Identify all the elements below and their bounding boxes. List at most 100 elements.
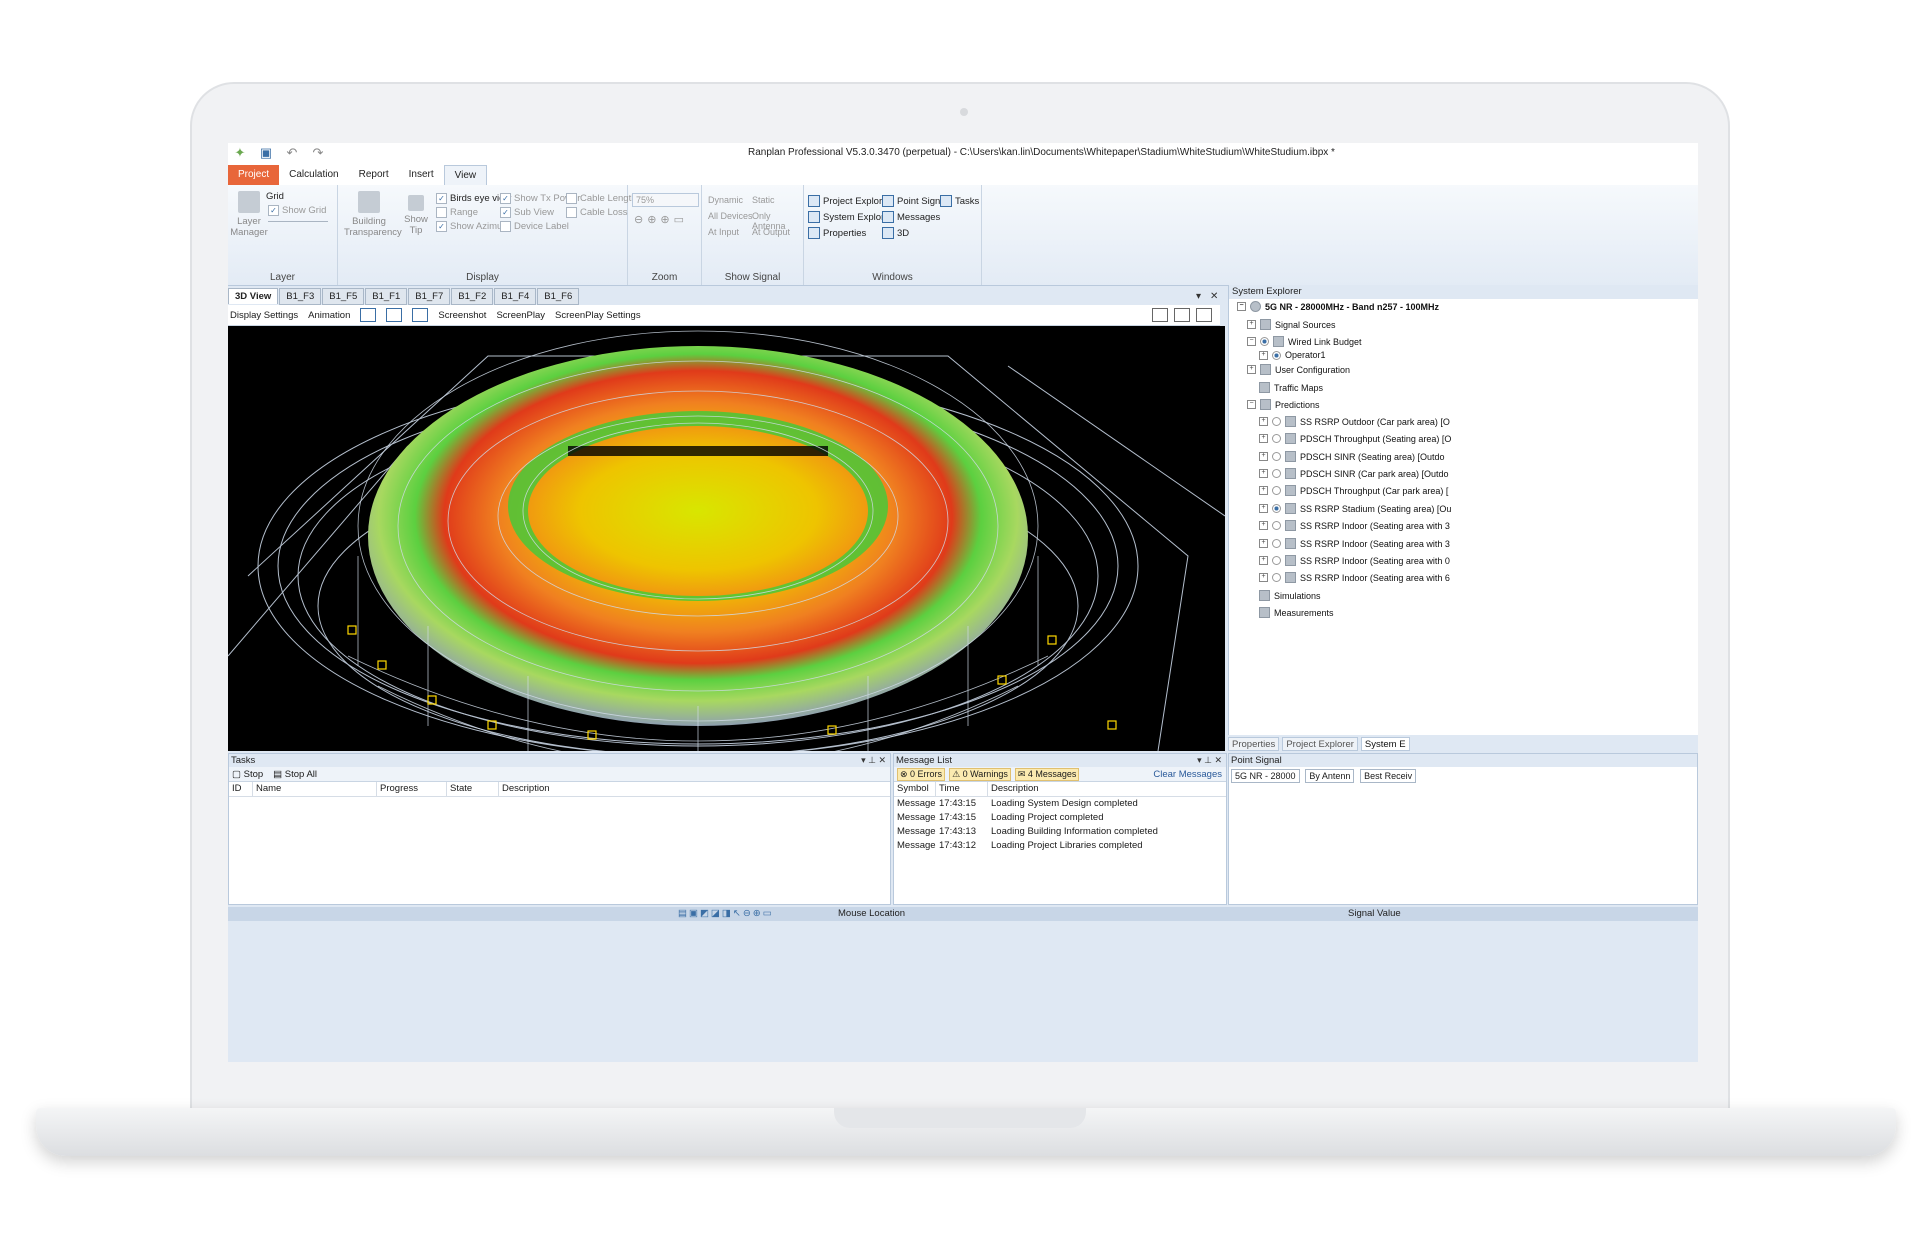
system-explorer-button[interactable]: System Explorer (808, 211, 893, 223)
close-icon[interactable]: ✕ (1210, 291, 1218, 302)
col-id[interactable]: ID (229, 782, 253, 796)
tab-b1-f4[interactable]: B1_F4 (494, 288, 537, 305)
tab-b1-f5[interactable]: B1_F5 (322, 288, 365, 305)
layer-manager-button[interactable]: Layer Manager (230, 191, 268, 238)
radio-icon[interactable] (1272, 350, 1281, 360)
collapse-icon[interactable]: − (1237, 302, 1246, 311)
expand-icon[interactable]: + (1259, 434, 1268, 443)
message-row[interactable]: Message 17:43:15 Loading System Design c… (894, 797, 1226, 811)
col-name[interactable]: Name (253, 782, 377, 796)
collapse-icon[interactable] (1174, 308, 1190, 322)
clear-messages-button[interactable]: Clear Messages (1153, 769, 1222, 780)
tree-prediction-item[interactable]: + SS RSRP Outdoor (Car park area) [O (1259, 416, 1450, 427)
3d-viewport[interactable] (228, 326, 1225, 751)
collapse-icon[interactable]: − (1247, 337, 1256, 346)
expand-icon[interactable]: + (1247, 320, 1256, 329)
radio-icon[interactable] (1272, 521, 1281, 530)
warnings-filter[interactable]: ⚠ 0 Warnings (949, 767, 1011, 781)
message-row[interactable]: Message 17:43:13 Loading Building Inform… (894, 825, 1226, 839)
point-signal-button[interactable]: Point Signal (882, 195, 948, 207)
tree-operator1[interactable]: + Operator1 (1259, 350, 1326, 360)
radio-icon[interactable] (1272, 556, 1281, 565)
radio-icon[interactable] (1272, 539, 1281, 548)
tab-project-explorer[interactable]: Project Explorer (1282, 737, 1358, 751)
3d-button[interactable]: 3D (882, 227, 909, 239)
tab-project[interactable]: Project (228, 165, 280, 185)
tab-properties[interactable]: Properties (1228, 737, 1280, 751)
zoom-icons[interactable]: ⊖⊕⊕▭ (634, 213, 688, 226)
screenplay-settings-button[interactable]: ScreenPlay Settings (555, 310, 641, 321)
save-icon[interactable]: ▣ (258, 145, 274, 161)
col-time[interactable]: Time (936, 782, 988, 796)
col-description[interactable]: Description (499, 782, 889, 796)
tree-traffic-maps[interactable]: Traffic Maps (1259, 382, 1323, 393)
tree-wired-link-budget[interactable]: − Wired Link Budget (1247, 336, 1362, 347)
radio-icon[interactable] (1272, 452, 1281, 461)
tree-prediction-item[interactable]: + SS RSRP Indoor (Seating area with 6 (1259, 572, 1450, 583)
expand-icon[interactable]: + (1259, 504, 1268, 513)
errors-filter[interactable]: ⊗ 0 Errors (897, 767, 946, 781)
col-message-description[interactable]: Description (988, 782, 1224, 796)
at-output-option[interactable]: At Output (752, 227, 790, 237)
tab-report[interactable]: Report (349, 165, 399, 185)
device-label-checkbox[interactable]: Device Label (500, 221, 569, 232)
at-input-option[interactable]: At Input (708, 227, 739, 237)
tree-prediction-item[interactable]: + PDSCH Throughput (Seating area) [O (1259, 433, 1451, 444)
messages-filter[interactable]: ✉ 4 Messages (1014, 767, 1080, 781)
expand-icon[interactable]: + (1259, 556, 1268, 565)
panel-controls[interactable]: ▾ ⊥ ✕ (861, 754, 886, 767)
tree-simulations[interactable]: Simulations (1259, 590, 1321, 601)
screenplay-button[interactable]: ScreenPlay (496, 310, 545, 321)
antenna-select[interactable]: By Antenn (1305, 769, 1355, 783)
col-symbol[interactable]: Symbol (894, 782, 936, 796)
expand-icon[interactable]: + (1259, 417, 1268, 426)
project-explorer-button[interactable]: Project Explorer (808, 195, 891, 207)
animation-button[interactable]: Animation (308, 310, 350, 321)
radio-icon[interactable] (1272, 486, 1281, 495)
window-icon[interactable] (1196, 308, 1212, 322)
tree-measurements[interactable]: Measurements (1259, 607, 1334, 618)
radio-icon[interactable] (1272, 434, 1281, 443)
tree-signal-sources[interactable]: + Signal Sources (1247, 319, 1336, 330)
tab-b1-f3[interactable]: B1_F3 (279, 288, 322, 305)
technology-select[interactable]: 5G NR - 28000 (1231, 769, 1300, 783)
stop-button[interactable]: ▢ Stop (232, 769, 263, 780)
tab-view[interactable]: View (443, 165, 488, 186)
radio-icon[interactable] (1272, 573, 1281, 582)
tab-system-explorer[interactable]: System E (1360, 737, 1410, 751)
radio-icon[interactable] (1260, 337, 1269, 346)
tree-prediction-item[interactable]: + PDSCH Throughput (Car park area) [ (1259, 485, 1448, 496)
cable-length-checkbox[interactable]: Cable Length (566, 193, 637, 204)
expand-icon[interactable]: + (1259, 521, 1268, 530)
expand-icon[interactable]: + (1259, 469, 1268, 478)
zoom-select[interactable]: 75% (632, 193, 699, 207)
status-tool-icons[interactable]: ▤▣◩◪◨↖⊖⊕▭ (678, 908, 774, 919)
tab-b1-f1[interactable]: B1_F1 (365, 288, 408, 305)
col-state[interactable]: State (447, 782, 499, 796)
cable-loss-checkbox[interactable]: Cable Loss (566, 207, 628, 218)
tab-b1-f2[interactable]: B1_F2 (451, 288, 494, 305)
sub-view-checkbox[interactable]: ✓ Sub View (500, 207, 554, 218)
radio-icon[interactable] (1272, 469, 1281, 478)
tree-user-configuration[interactable]: + User Configuration (1247, 364, 1350, 375)
radio-icon[interactable] (1272, 417, 1281, 426)
stop-all-button[interactable]: ▤ Stop All (273, 769, 317, 780)
messages-button[interactable]: Messages (882, 211, 940, 223)
building-transparency-button[interactable]: Building Transparency (344, 191, 402, 238)
tab-dropdown-icon[interactable]: ▾ (1196, 291, 1201, 302)
expand-icon[interactable]: + (1259, 486, 1268, 495)
tree-prediction-item[interactable]: + SS RSRP Indoor (Seating area with 3 (1259, 520, 1450, 531)
message-row[interactable]: Message 17:43:15 Loading Project complet… (894, 811, 1226, 825)
result-select[interactable]: Best Receiv (1360, 769, 1417, 783)
redo-icon[interactable]: ↷ (310, 145, 326, 161)
panel-controls[interactable]: ▾ ⊥ ✕ (1197, 754, 1222, 767)
expand-icon[interactable]: + (1259, 539, 1268, 548)
fit-view-icon[interactable] (360, 308, 377, 322)
collapse-icon[interactable]: − (1247, 400, 1256, 409)
tree-predictions[interactable]: − Predictions (1247, 399, 1320, 410)
tree-prediction-item[interactable]: + SS RSRP Indoor (Seating area with 3 (1259, 538, 1450, 549)
layout-icon[interactable] (412, 308, 429, 322)
display-settings-button[interactable]: Display Settings (230, 310, 298, 321)
tab-b1-f7[interactable]: B1_F7 (408, 288, 451, 305)
tree-root[interactable]: − 5G NR - 28000MHz - Band n257 - 100MHz (1237, 301, 1439, 312)
